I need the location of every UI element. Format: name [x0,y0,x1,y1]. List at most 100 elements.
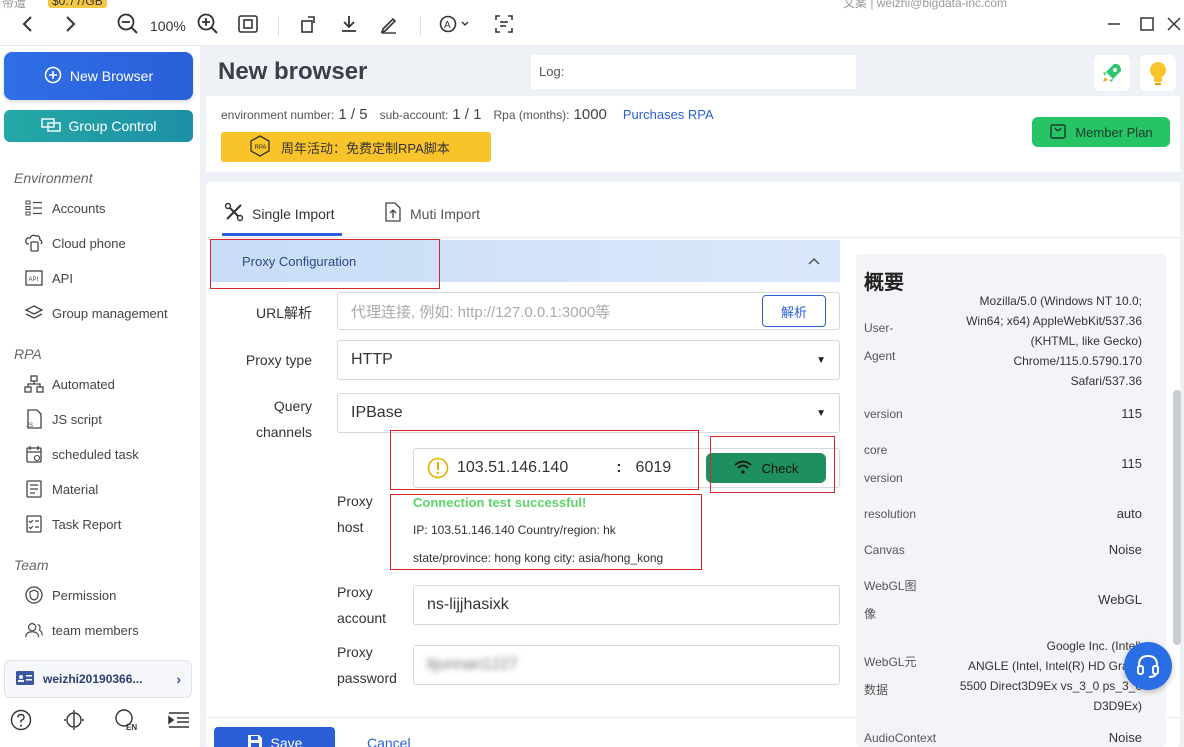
checklist-icon [24,514,44,534]
query-channels-select[interactable]: IPBase ▼ [337,393,840,433]
webgl-meta-key: WebGL元 数据 [864,648,916,704]
zoom-out-icon[interactable] [116,12,140,36]
proxy-type-label: Proxy type [245,352,312,368]
sub-account-label: sub-account: [379,108,449,122]
tab-label: Muti Import [410,205,481,222]
close-icon[interactable] [1164,14,1184,34]
version-value: 115 [1121,406,1142,421]
log-field[interactable]: Log: [531,55,856,89]
webgl-image-key: WebGL图 像 [864,572,916,628]
proxy-type-select[interactable]: HTTP ▼ [337,340,840,380]
purchase-rpa-link[interactable]: Purchases RPA [623,107,714,122]
language-icon[interactable]: EN [113,707,139,733]
support-headset-icon[interactable] [1124,642,1172,690]
sidebar-item-label: Accounts [52,200,106,216]
theme-icon[interactable] [61,707,87,733]
js-file-icon: JS [24,409,44,429]
collapse-menu-icon[interactable] [166,707,192,733]
background-tab-text: 帝遭 [2,0,27,10]
svg-text:API: API [29,277,39,283]
env-number-value: 1 / 5 [338,106,368,123]
help-icon[interactable] [8,707,34,733]
webgl-meta-key-line1: WebGL元 [864,655,917,669]
draw-icon[interactable] [377,12,401,36]
webgl-meta-value: Google Inc. (Intel) ANGLE (Intel, Intel(… [960,636,1142,716]
query-channels-label-line1: Query [273,398,312,414]
ua-key-line2: Agent [864,349,896,363]
minimize-icon[interactable] [1104,14,1124,34]
user-account-card[interactable]: weizhi20190366... › [4,660,192,698]
section-environment: Environment [14,170,93,186]
save-icon [247,734,263,747]
toolbar-divider [420,16,421,36]
import-tabs: Single Import Muti Import [206,182,1180,238]
section-rpa: RPA [14,346,42,362]
svg-text:RPA: RPA [255,145,267,151]
env-number-label: environment number: [221,108,335,122]
group-control-label: Group Control [68,118,157,134]
sidebar-item-material[interactable]: Material [24,478,98,500]
group-control-button[interactable]: Group Control [4,110,193,142]
proxy-account-label-line2: account [337,610,387,626]
tab-label: Single Import [252,205,335,222]
chevron-right-icon: › [176,671,181,687]
sidebar-item-scheduled-task[interactable]: scheduled task [24,443,139,465]
cancel-button[interactable]: Cancel [367,735,411,747]
ua-line: (KHTML, like Gecko) [1030,334,1142,348]
sidebar-item-api[interactable]: API API [24,267,73,289]
proxy-host-label-line1: Proxy [337,493,373,509]
save-button[interactable]: Save [214,727,335,747]
sidebar-item-js-script[interactable]: JS JS script [24,408,102,430]
proxy-account-label-line1: Proxy [337,584,373,600]
scrollbar[interactable] [1173,390,1181,645]
sidebar-item-accounts[interactable]: Accounts [24,197,105,219]
tab-muti-import[interactable]: Muti Import [384,202,480,225]
rpa-badge-icon: RPA [249,134,271,160]
new-browser-button[interactable]: New Browser [4,52,193,100]
audio-context-value: Noise [1108,730,1142,745]
sidebar-item-permission[interactable]: Permission [24,584,116,606]
parse-button[interactable]: 解析 [762,295,826,327]
fit-page-icon[interactable] [236,12,260,36]
read-aloud-icon[interactable]: A [436,12,472,36]
core-key-line2: version [864,471,903,485]
sidebar-item-cloud-phone[interactable]: Cloud phone [24,232,126,254]
flow-icon [24,374,44,394]
sidebar-item-label: API [52,270,73,286]
proxy-account-input[interactable]: ns-lijjhasixk [413,585,840,625]
sidebar-item-label: Material [52,481,99,497]
plan-info-card: environment number: 1 / 5 sub-account: 1… [206,96,1180,172]
member-plan-button[interactable]: Member Plan [1032,117,1170,147]
toolbar-divider [278,16,279,36]
rocket-icon[interactable] [1094,55,1130,91]
tab-single-import[interactable]: Single Import [224,202,334,225]
username: weizhi20190366... [43,672,143,686]
sidebar-item-team-members[interactable]: team members [24,619,139,641]
back-icon[interactable] [16,12,40,36]
promo-text: 周年活动：免费定制RPA脚本 [281,140,450,156]
forward-icon[interactable] [58,12,82,36]
proxy-password-input[interactable]: lijunnan1227 [413,645,840,685]
lightbulb-icon[interactable] [1140,55,1176,91]
viewer-toolbar: 帝遭 $0.77/GB 文案 | weizhi@bigdata-inc.com … [0,0,1184,46]
rotate-icon[interactable] [297,12,321,36]
highlight-box [710,436,835,493]
sidebar-item-automated[interactable]: Automated [24,373,115,395]
plan-info-line: environment number: 1 / 5 sub-account: 1… [221,106,714,123]
background-price-badge: $0.77/GB [48,0,107,8]
audio-context-key: AudioContext [864,731,937,745]
webgl-meta-line: Google Inc. (Intel) [1046,639,1142,653]
maximize-icon[interactable] [1137,14,1157,34]
download-icon[interactable] [337,12,361,36]
sidebar-item-task-report[interactable]: Task Report [24,513,121,535]
webgl-meta-line: ANGLE (Intel, Intel(R) HD Graph [967,659,1142,673]
highlight-box [210,239,440,289]
promo-banner[interactable]: RPA 周年活动：免费定制RPA脚本 [221,132,491,162]
highlight-box [390,494,702,570]
sidebar-item-group-management[interactable]: Group management [24,302,168,324]
core-version-value: 115 [1121,456,1142,471]
plus-circle-icon [44,66,62,87]
zoom-in-icon[interactable] [196,12,220,36]
query-channels-value: IPBase [351,404,403,421]
scan-text-icon[interactable] [492,12,516,36]
